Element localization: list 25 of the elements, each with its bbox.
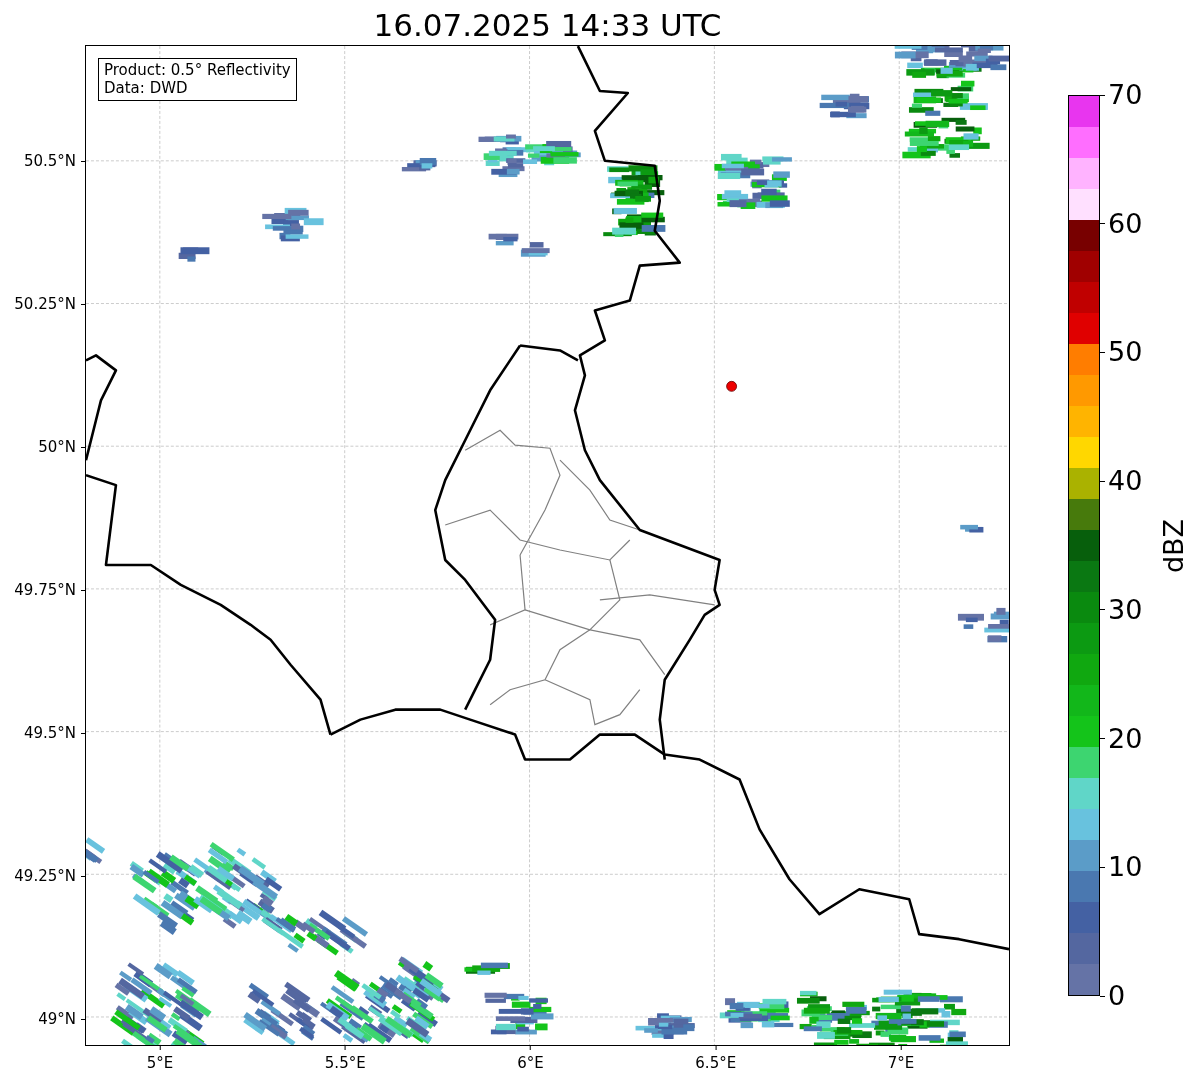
latitude-label: 49.75°N [14, 581, 77, 599]
colorbar-label: dBZ [1157, 518, 1189, 573]
latitude-label: 49.5°N [23, 724, 77, 742]
chart-title: 16.07.2025 14:33 UTC [372, 6, 723, 45]
colorbar-tick-label: 60 [1107, 208, 1143, 239]
longitude-label: 6.5°E [695, 1053, 737, 1072]
longitude-label: 7°E [887, 1053, 915, 1072]
colorbar-tick-label: 70 [1107, 80, 1143, 110]
colorbar-tick-label: 50 [1107, 337, 1143, 368]
longitude-label: 5.5°E [324, 1053, 366, 1072]
latitude-label: 49°N [38, 1010, 77, 1028]
latitude-label: 50.5°N [23, 152, 77, 170]
latitude-label: 50.25°N [14, 295, 77, 313]
longitude-label: 6°E [517, 1053, 544, 1072]
latitude-label: 49.25°N [14, 867, 77, 885]
latitude-label: 50°N [38, 438, 77, 456]
colorbar-tick-label: 10 [1107, 852, 1143, 883]
longitude-label: 5°E [146, 1053, 174, 1072]
legend-text: Data: DWD [104, 79, 189, 97]
colorbar-tick-label: 30 [1107, 594, 1143, 625]
tick-mark [1100, 995, 1105, 997]
colorbar-tick-label: 20 [1107, 723, 1143, 754]
colorbar-tick-label: 0 [1107, 981, 1126, 1011]
colorbar-tick-label: 40 [1107, 466, 1143, 497]
legend-text: Product: 0.5° Reflectivity [104, 61, 291, 79]
